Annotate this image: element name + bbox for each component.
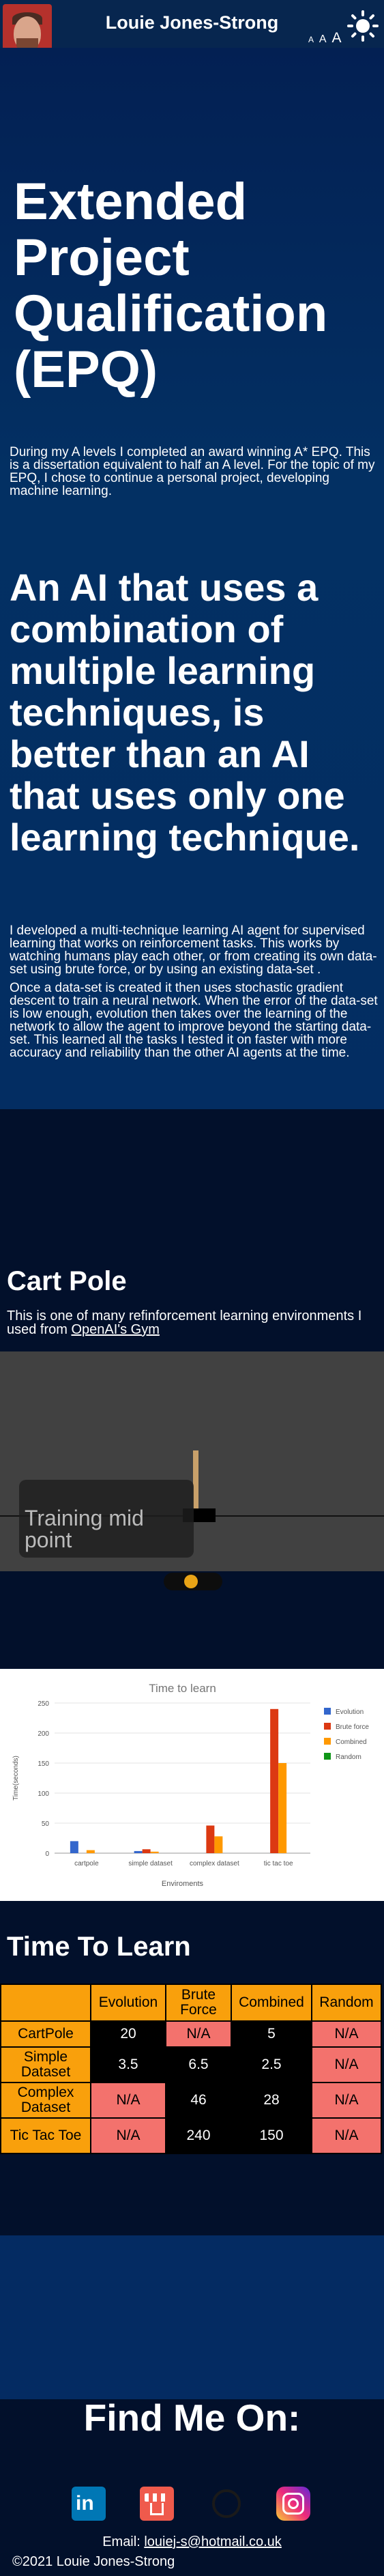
y-tick-label: 250 [38, 1700, 49, 1708]
table-cell: 28 [231, 2082, 312, 2119]
bar-brute-force [270, 1708, 279, 1853]
y-tick-label: 0 [45, 1850, 49, 1858]
table-cell: 6.5 [165, 2046, 232, 2083]
github-icon[interactable] [209, 2487, 243, 2521]
legend-swatch [324, 1723, 331, 1730]
shop-icon[interactable] [140, 2487, 174, 2521]
table-row-label: CartPole [0, 2020, 91, 2048]
table-header-combined: Combined [231, 1984, 312, 2022]
spacer-section [0, 2235, 384, 2399]
email-link[interactable]: louiej-s@hotmail.co.uk [144, 2534, 282, 2549]
legend-swatch [324, 1708, 331, 1715]
table-cell: N/A [90, 2117, 166, 2154]
table-cell: 5 [231, 2020, 312, 2048]
bar-combined [278, 1763, 287, 1853]
table-header-row: Evolution Brute Force Combined Random [0, 1984, 382, 2022]
video-progress-handle[interactable] [184, 1575, 198, 1588]
email-label: Email: [102, 2534, 145, 2549]
table-cell: 20 [90, 2020, 166, 2048]
cartpole-description: This is one of many refinforcement learn… [7, 1309, 375, 1336]
table-cell: 240 [165, 2117, 232, 2154]
bar-evolution [134, 1850, 143, 1853]
find-me-heading: Find Me On: [83, 2396, 301, 2439]
table-cell: N/A [311, 2046, 382, 2083]
table-row-label: Tic Tac Toe [0, 2117, 91, 2154]
table-header-evolution: Evolution [90, 1984, 166, 2022]
pole [193, 1450, 198, 1511]
bar-combined [214, 1836, 223, 1853]
email-line: Email: louiej-s@hotmail.co.uk [0, 2534, 384, 2550]
thesis-paragraph-1: I developed a multi-technique learning A… [10, 924, 377, 977]
cartpole-description-text: This is one of many refinforcement learn… [7, 1308, 362, 1337]
y-tick-label: 150 [38, 1760, 49, 1768]
linkedin-glyph: in [76, 2492, 94, 2515]
table-row: Tic Tac Toe N/A 240 150 N/A [0, 2117, 382, 2154]
table-header-corner [0, 1984, 91, 2022]
table-cell: 3.5 [90, 2046, 166, 2083]
legend-swatch [324, 1738, 331, 1745]
y-tick-label: 200 [38, 1730, 49, 1738]
thesis-statement: An AI that uses a combination of multipl… [10, 566, 360, 859]
font-large-button[interactable]: A [331, 30, 342, 46]
y-tick-label: 50 [42, 1820, 50, 1828]
legend-label: Random [336, 1754, 361, 1761]
table-cell: N/A [311, 2020, 382, 2048]
x-tick-label: complex dataset [190, 1860, 239, 1867]
table-cell: N/A [311, 2082, 382, 2119]
copyright: ©2021 Louie Jones-Strong [12, 2554, 175, 2569]
table-header-random: Random [311, 1984, 382, 2022]
table-cell: 150 [231, 2117, 312, 2154]
cartpole-heading: Cart Pole [7, 1266, 127, 1296]
bar-evolution [70, 1841, 78, 1853]
x-tick-label: cartpole [74, 1860, 99, 1867]
bar-brute-force [206, 1825, 215, 1853]
table-cell: 2.5 [231, 2046, 312, 2083]
font-small-button[interactable]: A [308, 35, 315, 44]
epq-intro: During my A levels I completed an award … [10, 445, 375, 498]
bar-brute-force [142, 1849, 151, 1853]
bar-combined [86, 1850, 95, 1853]
table-row: CartPole 20 N/A 5 N/A [0, 2020, 382, 2048]
y-axis-label: Time(seconds) [12, 1756, 20, 1801]
bar-combined [150, 1851, 159, 1853]
x-axis-label: Enviroments [162, 1880, 204, 1888]
legend-label: Brute force [336, 1723, 369, 1731]
table-row-label: Complex Dataset [0, 2082, 91, 2119]
chart-title: Time to learn [149, 1682, 216, 1695]
table-header-brute-force: Brute Force [165, 1984, 232, 2022]
table-cell: N/A [311, 2117, 382, 2154]
font-size-controls: A A A [308, 30, 342, 46]
time-to-learn-chart: Time to learn 0 50 100 150 200 250 Time(seconds… [0, 1669, 384, 1901]
table-cell: N/A [165, 2020, 232, 2048]
page-title: Extended Project Qualification (EPQ) [14, 173, 328, 399]
instagram-icon[interactable] [276, 2487, 310, 2521]
font-medium-button[interactable]: A [319, 33, 328, 45]
x-tick-label: simple dataset [128, 1860, 173, 1867]
legend-label: Evolution [336, 1708, 364, 1716]
table-row-label: Simple Dataset [0, 2046, 91, 2083]
table-row: Complex Dataset N/A 46 28 N/A [0, 2082, 382, 2119]
table-cell: N/A [90, 2082, 166, 2119]
legend-swatch [324, 1753, 331, 1760]
time-to-learn-heading: Time To Learn [7, 1932, 191, 1962]
legend-label: Combined [336, 1738, 367, 1746]
x-tick-label: tic tac toe [264, 1860, 293, 1867]
thesis-paragraph-2: Once a data-set is created it then uses … [10, 981, 378, 1060]
sun-icon[interactable] [346, 10, 379, 42]
openai-gym-link[interactable]: OpenAI's Gym [71, 1322, 159, 1337]
linkedin-icon[interactable]: in [72, 2487, 106, 2521]
time-to-learn-table: Evolution Brute Force Combined Random Ca… [0, 1984, 382, 2154]
table-row: Simple Dataset 3.5 6.5 2.5 N/A [0, 2046, 382, 2083]
table-cell: 46 [165, 2082, 232, 2119]
chart-svg: Time to learn 0 50 100 150 200 250 Time(seconds… [12, 1682, 369, 1888]
video-caption: Training mid point [25, 1506, 144, 1552]
y-tick-label: 100 [38, 1790, 49, 1798]
